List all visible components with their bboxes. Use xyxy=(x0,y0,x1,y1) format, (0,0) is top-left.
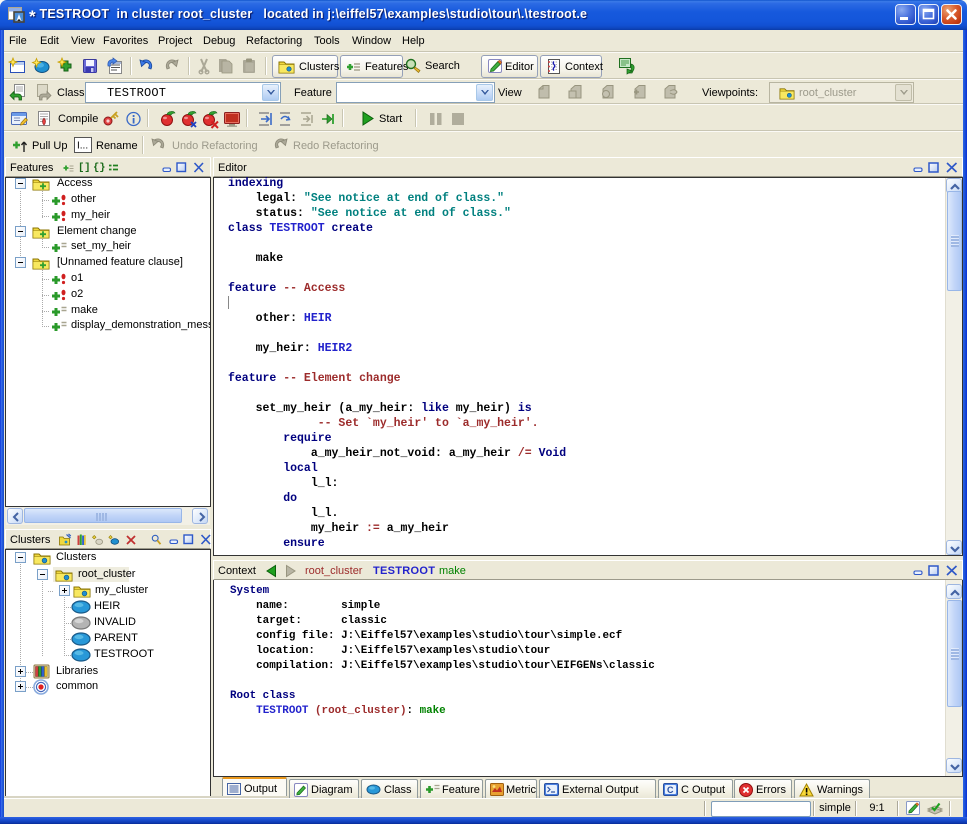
svg-text:C: C xyxy=(667,785,674,795)
svg-text:I...: I... xyxy=(77,141,88,152)
